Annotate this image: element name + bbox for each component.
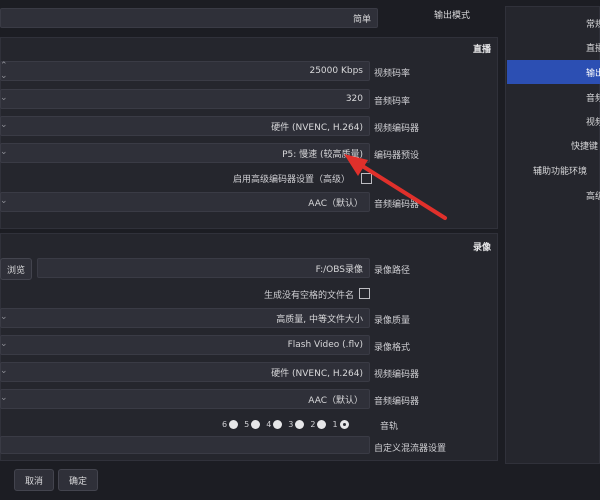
track-5-label: 5 — [244, 419, 250, 429]
track-4[interactable]: 4 — [266, 419, 283, 429]
track-6[interactable]: 6 — [222, 419, 239, 429]
record-quality-label: 录像质量 — [374, 316, 411, 326]
track-1-radio-selected[interactable] — [339, 419, 349, 429]
output-mode-select[interactable]: 简单 — [0, 8, 378, 28]
record-path-input[interactable]: F:/OBS录像 — [37, 258, 370, 278]
dropdown-arrow-icon: ⌄ — [0, 393, 8, 403]
sidebar-item-general-label: 常规 — [586, 19, 600, 30]
audio-bitrate-select[interactable]: 320 — [0, 89, 370, 109]
track-5-radio[interactable] — [251, 419, 261, 429]
stream-audio-encoder-select[interactable]: AAC（默认） — [0, 192, 370, 212]
sidebar-item-audio[interactable]: 音频 — [507, 85, 600, 109]
video-bitrate-label: 视频码率 — [374, 69, 411, 79]
dropdown-arrow-icon: ⌄ — [0, 147, 8, 157]
no-space-filename-checkbox[interactable] — [359, 288, 370, 299]
sidebar-item-advanced[interactable]: 高级 — [507, 183, 600, 207]
record-format-label: 录像格式 — [374, 343, 411, 353]
track-5[interactable]: 5 — [244, 419, 261, 429]
sidebar-item-video-label: 视频 — [586, 117, 600, 128]
track-2-radio[interactable] — [317, 419, 327, 429]
audio-track-radios: 6 5 4 3 2 1 — [222, 417, 349, 431]
track-4-radio[interactable] — [273, 419, 283, 429]
track-3-radio[interactable] — [295, 419, 305, 429]
track-3-label: 3 — [288, 419, 294, 429]
ok-button-label: 确定 — [68, 476, 87, 487]
cancel-button[interactable]: 取消 — [14, 469, 54, 491]
no-space-filename-label: 生成没有空格的文件名 — [264, 291, 355, 301]
record-audio-encoder-select[interactable]: AAC（默认） — [0, 389, 370, 409]
sidebar-item-stream-label: 直播 — [586, 43, 600, 54]
dropdown-arrow-icon: ⌄ — [0, 93, 8, 103]
spin-arrows-icon[interactable]: ⌃ ⌄ — [0, 61, 8, 81]
dropdown-arrow-icon: ⌄ — [0, 120, 8, 130]
record-video-encoder-value: 硬件 (NVENC, H.264) — [271, 368, 363, 379]
browse-button-label: 浏览 — [6, 265, 25, 276]
track-2[interactable]: 2 — [310, 419, 327, 429]
custom-muxer-input[interactable] — [0, 436, 370, 454]
sidebar-item-advanced-label: 高级 — [586, 191, 600, 202]
red-arrow-annotation — [344, 154, 447, 220]
sidebar-item-stream[interactable]: 直播 — [507, 35, 600, 59]
dropdown-arrow-icon: ⌄ — [0, 339, 8, 349]
track-3[interactable]: 3 — [288, 419, 305, 429]
sidebar-item-general[interactable]: 常规 — [507, 11, 600, 35]
dropdown-arrow-icon: ⌄ — [0, 366, 8, 376]
track-1[interactable]: 1 — [332, 419, 349, 429]
ok-button[interactable]: 确定 — [58, 469, 98, 491]
video-bitrate-value: 25000 Kbps — [309, 66, 363, 76]
stream-section-title: 直播 — [473, 45, 492, 55]
sidebar-item-accessibility-label: 辅助功能环境 — [533, 166, 588, 177]
track-2-label: 2 — [310, 419, 316, 429]
track-1-label: 1 — [332, 419, 338, 429]
cancel-button-label: 取消 — [24, 476, 43, 487]
video-encoder-select[interactable]: 硬件 (NVENC, H.264) — [0, 116, 370, 136]
video-bitrate-spinbox[interactable]: 25000 Kbps — [0, 61, 370, 81]
output-mode-value: 简单 — [352, 14, 371, 25]
sidebar-item-video[interactable]: 视频 — [507, 109, 600, 133]
record-path-label: 录像路径 — [374, 266, 411, 276]
record-quality-value: 高质量, 中等文件大小 — [276, 314, 363, 325]
sidebar-item-output[interactable]: 输出 — [507, 60, 600, 84]
record-path-value: F:/OBS录像 — [315, 264, 363, 275]
encoder-preset-select[interactable]: P5: 慢速 (较高质量) — [0, 143, 370, 163]
video-encoder-value: 硬件 (NVENC, H.264) — [271, 122, 363, 133]
browse-button[interactable]: 浏览 — [0, 258, 32, 280]
record-section-title: 录像 — [473, 243, 492, 253]
track-4-label: 4 — [266, 419, 272, 429]
audio-tracks-label: 音轨 — [380, 422, 399, 432]
sidebar-item-hotkeys[interactable]: 快捷键 — [507, 133, 600, 157]
sidebar-item-hotkeys-label: 快捷键 — [571, 141, 599, 152]
record-format-value: Flash Video (.flv) — [287, 340, 363, 350]
record-format-select[interactable]: Flash Video (.flv) — [0, 335, 370, 355]
output-mode-label: 输出模式 — [433, 11, 470, 21]
sidebar-item-accessibility[interactable]: 辅助功能环境 — [507, 158, 600, 182]
dropdown-arrow-icon: ⌄ — [0, 196, 8, 206]
record-audio-encoder-label: 音频编码器 — [374, 397, 420, 407]
sidebar-item-audio-label: 音频 — [586, 93, 600, 104]
custom-muxer-label: 自定义混流器设置 — [374, 444, 447, 454]
record-video-encoder-select[interactable]: 硬件 (NVENC, H.264) — [0, 362, 370, 382]
dropdown-arrow-icon: ⌄ — [0, 312, 8, 322]
sidebar-item-output-label: 输出 — [586, 68, 600, 79]
track-6-label: 6 — [222, 419, 228, 429]
record-quality-select[interactable]: 高质量, 中等文件大小 — [0, 308, 370, 328]
record-video-encoder-label: 视频编码器 — [374, 370, 420, 380]
track-6-radio[interactable] — [229, 419, 239, 429]
audio-bitrate-value: 320 — [345, 94, 363, 104]
record-audio-encoder-value: AAC（默认） — [308, 395, 363, 406]
video-encoder-label: 视频编码器 — [374, 124, 420, 134]
audio-bitrate-label: 音频码率 — [374, 97, 411, 107]
